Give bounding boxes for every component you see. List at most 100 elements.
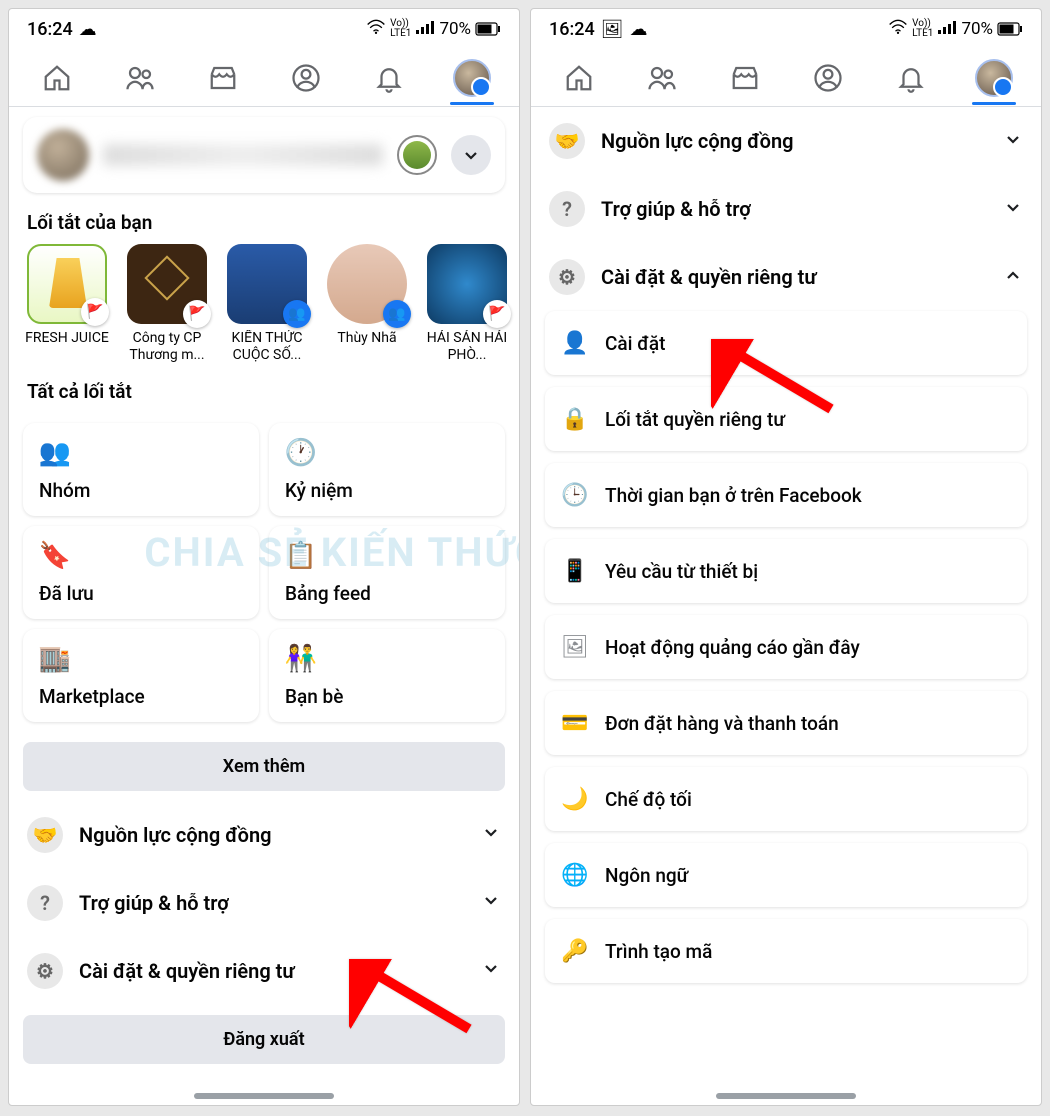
tab-marketplace[interactable] (715, 52, 775, 104)
group-badge-icon: 👥 (383, 300, 411, 328)
avatar-icon (975, 59, 1013, 97)
handshake-icon: 🤝 (27, 817, 63, 853)
settings-item-orders-payments[interactable]: 💳Đơn đặt hàng và thanh toán (545, 691, 1027, 755)
tab-notifications[interactable] (881, 52, 941, 104)
settings-item-time-on-fb[interactable]: 🕒Thời gian bạn ở trên Facebook (545, 463, 1027, 527)
card-icon: 💳 (561, 709, 589, 737)
settings-item-code-generator[interactable]: 🔑Trình tạo mã (545, 919, 1027, 983)
profile-card[interactable] (23, 117, 505, 193)
moon-icon: 🌙 (561, 785, 589, 813)
chevron-down-icon (1003, 129, 1023, 154)
friends-icon: 👫 (285, 643, 317, 675)
shortcut-item[interactable]: 👥 KIẾN THỨC CUỘC SỐ... (223, 244, 311, 364)
key-icon: 🔑 (561, 937, 589, 965)
network-label: Vo))LTE1 (912, 19, 933, 39)
logout-button[interactable]: Đăng xuất (23, 1015, 505, 1064)
collapse-help[interactable]: ? Trợ giúp & hỗ trợ (531, 175, 1041, 243)
shortcut-item[interactable]: 🚩 FRESH JUICE (23, 244, 111, 364)
gear-icon: ⚙ (549, 259, 585, 295)
nav-handle (716, 1093, 856, 1099)
question-icon: ? (27, 885, 63, 921)
collapse-settings-privacy[interactable]: ⚙ Cài đặt & quyền riêng tư (531, 243, 1041, 311)
profile-avatar (37, 129, 89, 181)
shortcut-item[interactable]: 🚩 HẢI SẢN HẢI PHÒ... (423, 244, 511, 364)
settings-submenu: 👤Cài đặt 🔒Lối tắt quyền riêng tư 🕒Thời g… (531, 311, 1041, 997)
shortcut-item[interactable]: 🚩 Công ty CP Thương m... (123, 244, 211, 364)
tab-notifications[interactable] (359, 52, 419, 104)
story-ring-icon[interactable] (397, 135, 437, 175)
see-more-button[interactable]: Xem thêm (23, 742, 505, 791)
grid-card-saved[interactable]: 🔖Đã lưu (23, 526, 259, 619)
settings-item-privacy-shortcut[interactable]: 🔒Lối tắt quyền riêng tư (545, 387, 1027, 451)
collapse-community[interactable]: 🤝 Nguồn lực cộng đồng (9, 801, 519, 869)
grid-card-groups[interactable]: 👥Nhóm (23, 423, 259, 516)
collapse-community[interactable]: 🤝 Nguồn lực cộng đồng (531, 107, 1041, 175)
status-time: 16:24 (549, 19, 595, 40)
tab-friends[interactable] (110, 52, 170, 104)
grid-card-feed[interactable]: 📋Bảng feed (269, 526, 505, 619)
settings-item-settings[interactable]: 👤Cài đặt (545, 311, 1027, 375)
chevron-down-icon (1003, 197, 1023, 222)
handshake-icon: 🤝 (549, 123, 585, 159)
settings-item-recent-ads[interactable]: 🖼Hoạt động quảng cáo gần đây (545, 615, 1027, 679)
clock-icon: 🕒 (561, 481, 589, 509)
tab-profile[interactable] (276, 52, 336, 104)
tab-menu[interactable] (964, 52, 1024, 104)
shortcuts-title: Lối tắt của bạn (9, 203, 519, 244)
signal-icon (415, 19, 435, 40)
profile-name-hidden (103, 144, 383, 166)
page-badge-icon: 🚩 (483, 300, 511, 328)
tab-profile[interactable] (798, 52, 858, 104)
wifi-icon (888, 19, 908, 40)
nav-tabbar (531, 49, 1041, 107)
cloud-icon: ☁ (79, 19, 97, 40)
grid-card-marketplace[interactable]: 🏬Marketplace (23, 629, 259, 722)
tab-friends[interactable] (632, 52, 692, 104)
nav-tabbar (9, 49, 519, 107)
all-shortcuts-title: Tất cả lối tắt (9, 372, 519, 413)
settings-item-dark-mode[interactable]: 🌙Chế độ tối (545, 767, 1027, 831)
chevron-down-icon (481, 890, 501, 915)
avatar-icon (453, 59, 491, 97)
collapse-help[interactable]: ? Trợ giúp & hỗ trợ (9, 869, 519, 937)
feed-icon: 📋 (285, 540, 317, 572)
tab-marketplace[interactable] (193, 52, 253, 104)
status-right: Vo))LTE1 70% (888, 19, 1023, 40)
network-label: Vo))LTE1 (390, 19, 411, 39)
image-icon: 🖼 (601, 19, 624, 40)
lock-icon: 🔒 (561, 405, 589, 433)
saved-icon: 🔖 (39, 540, 71, 572)
status-right: Vo))LTE1 70% (366, 19, 501, 40)
settings-item-language[interactable]: 🌐Ngôn ngữ (545, 843, 1027, 907)
globe-icon: 🌐 (561, 861, 589, 889)
status-bar: 16:24 🖼 ☁ Vo))LTE1 70% (531, 9, 1041, 49)
tab-menu[interactable] (442, 52, 502, 104)
groups-icon: 👥 (39, 437, 71, 469)
chevron-down-icon (481, 822, 501, 847)
battery-text: 70% (439, 19, 471, 39)
shortcuts-row: 🚩 FRESH JUICE 🚩 Công ty CP Thương m... 👥… (9, 244, 519, 372)
page-badge-icon: 🚩 (183, 300, 211, 328)
status-bar: 16:24 ☁ Vo))LTE1 70% (9, 9, 519, 49)
battery-icon (475, 22, 501, 36)
group-badge-icon: 👥 (283, 300, 311, 328)
profile-circle-icon: 👤 (561, 329, 589, 357)
cloud-icon: ☁ (630, 19, 648, 40)
expand-button[interactable] (451, 135, 491, 175)
phone-left: 16:24 ☁ Vo))LTE1 70% (8, 8, 520, 1106)
grid-card-memories[interactable]: 🕐Kỷ niệm (269, 423, 505, 516)
status-time: 16:24 (27, 19, 73, 40)
tab-home[interactable] (549, 52, 609, 104)
settings-item-device-requests[interactable]: 📱Yêu cầu từ thiết bị (545, 539, 1027, 603)
collapse-settings-privacy[interactable]: ⚙ Cài đặt & quyền riêng tư (9, 937, 519, 1005)
memories-icon: 🕐 (285, 437, 317, 469)
phone-right: 16:24 🖼 ☁ Vo))LTE1 70% 🤝 Nguồn lực cộn (530, 8, 1042, 1106)
chevron-up-icon (1003, 265, 1023, 290)
signal-icon (937, 19, 957, 40)
shortcut-item[interactable]: 👥 Thùy Nhã (323, 244, 411, 364)
question-icon: ? (549, 191, 585, 227)
tab-home[interactable] (27, 52, 87, 104)
grid-card-friends[interactable]: 👫Bạn bè (269, 629, 505, 722)
page-badge-icon: 🚩 (81, 298, 109, 326)
grid-shortcuts: 👥Nhóm 🕐Kỷ niệm 🔖Đã lưu 📋Bảng feed 🏬Marke… (9, 413, 519, 732)
